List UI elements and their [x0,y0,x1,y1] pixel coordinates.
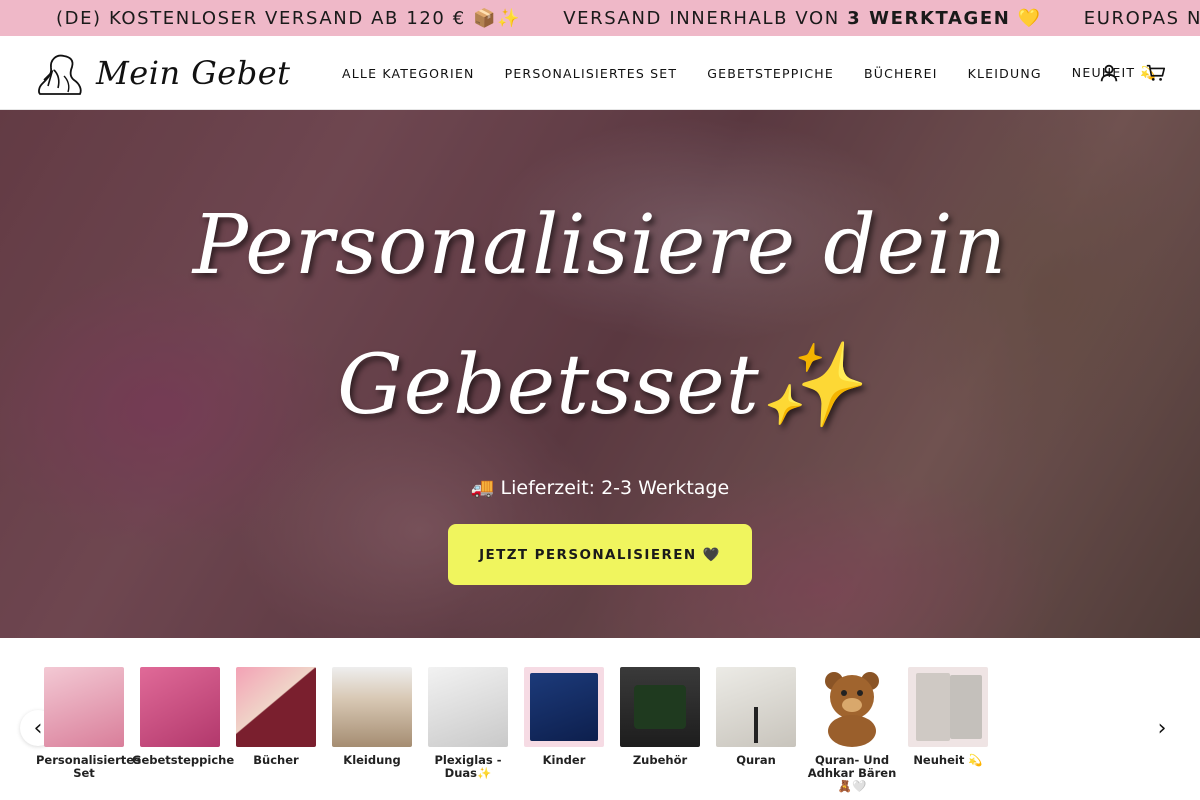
announcement-shipping: (DE) KOSTENLOSER VERSAND AB 120 € 📦✨ [56,7,522,29]
category-item-quran-bears[interactable]: Quran- Und Adhkar Bären 🧸🤍 [804,667,900,793]
category-item-prayer-rugs[interactable]: Gebetsteppiche [132,667,235,767]
category-thumbnail [812,667,892,747]
category-item-clothing[interactable]: Kleidung [324,667,420,767]
category-label: Quran- Und Adhkar Bären 🧸🤍 [807,753,897,793]
category-thumbnail [908,667,988,747]
hero-delivery-time: 🚚 Lieferzeit: 2-3 Werktage [470,477,730,499]
category-thumbnail [524,667,604,747]
nav-item-clothing[interactable]: KLEIDUNG [968,66,1042,81]
category-thumbnail [140,667,220,747]
chevron-right-icon[interactable]: › [1144,710,1180,746]
announcement-delivery-bold: 3 WERKTAGEN [847,7,1011,29]
category-item-kids[interactable]: Kinder [516,667,612,767]
logo-text: Mein Gebet [96,54,291,92]
category-label: Zubehör [632,753,688,767]
cart-icon[interactable] [1145,62,1167,84]
category-item-plexiglass-duas[interactable]: Plexiglas - Duas✨ [420,667,516,780]
category-label: Neuheit 💫 [913,753,983,767]
announcement-delivery-post: 💛 [1010,7,1042,29]
site-header: Mein Gebet ALLE KATEGORIEN PERSONALISIER… [0,36,1200,110]
category-item-new[interactable]: Neuheit 💫 [900,667,996,767]
announcement-europe: EUROPAS NR. 1 FÜR ISL [1083,7,1200,29]
category-label: Kleidung [343,753,401,767]
account-icon[interactable] [1098,62,1120,84]
main-nav: ALLE KATEGORIEN PERSONALISIERTES SET GEB… [342,36,1187,110]
announcement-bar: (DE) KOSTENLOSER VERSAND AB 120 € 📦✨ VER… [0,0,1200,36]
category-thumbnail [620,667,700,747]
hero-title-line2: Gebetsset✨ [337,338,863,433]
category-label: Bücher [253,753,299,767]
hero-banner: Personalisiere dein Gebetsset✨ 🚚 Lieferz… [0,110,1200,638]
praying-figure-logo-icon [38,54,82,95]
personalize-now-button[interactable]: JETZT PERSONALISIEREN 🖤 [448,524,752,585]
category-thumbnail [716,667,796,747]
category-label: Plexiglas - Duas✨ [434,753,502,780]
teddy-bear-icon [825,672,879,747]
category-label: Gebetsteppiche [132,753,235,767]
category-item-books[interactable]: Bücher [228,667,324,767]
announcement-track: (DE) KOSTENLOSER VERSAND AB 120 € 📦✨ VER… [56,0,1200,36]
hero-content: Personalisiere dein Gebetsset✨ 🚚 Lieferz… [0,110,1200,638]
category-label: Personalisiertes Set [36,753,141,780]
category-item-personalized-set[interactable]: Personalisiertes Set [36,667,141,780]
category-carousel: ‹ › Personalisiertes Set Gebetsteppiche … [0,638,1200,800]
announcement-delivery: VERSAND INNERHALB VON 3 WERKTAGEN 💛 [563,8,1042,29]
nav-item-library[interactable]: BÜCHEREI [864,66,938,81]
nav-item-all-categories[interactable]: ALLE KATEGORIEN [342,66,475,81]
category-thumbnail [332,667,412,747]
category-thumbnail [236,667,316,747]
category-thumbnail [428,667,508,747]
category-thumbnail [44,667,124,747]
nav-item-personalized-set[interactable]: PERSONALISIERTES SET [505,66,678,81]
category-label: Quran [736,753,776,767]
nav-item-prayer-rugs[interactable]: GEBETSTEPPICHE [707,66,834,81]
category-item-accessories[interactable]: Zubehör [612,667,708,767]
hero-title-line1: Personalisiere dein [192,198,1008,293]
category-item-quran[interactable]: Quran [708,667,804,767]
site-logo[interactable]: Mein Gebet [34,50,291,96]
announcement-delivery-pre: VERSAND INNERHALB VON [563,7,848,29]
category-label: Kinder [542,753,586,767]
